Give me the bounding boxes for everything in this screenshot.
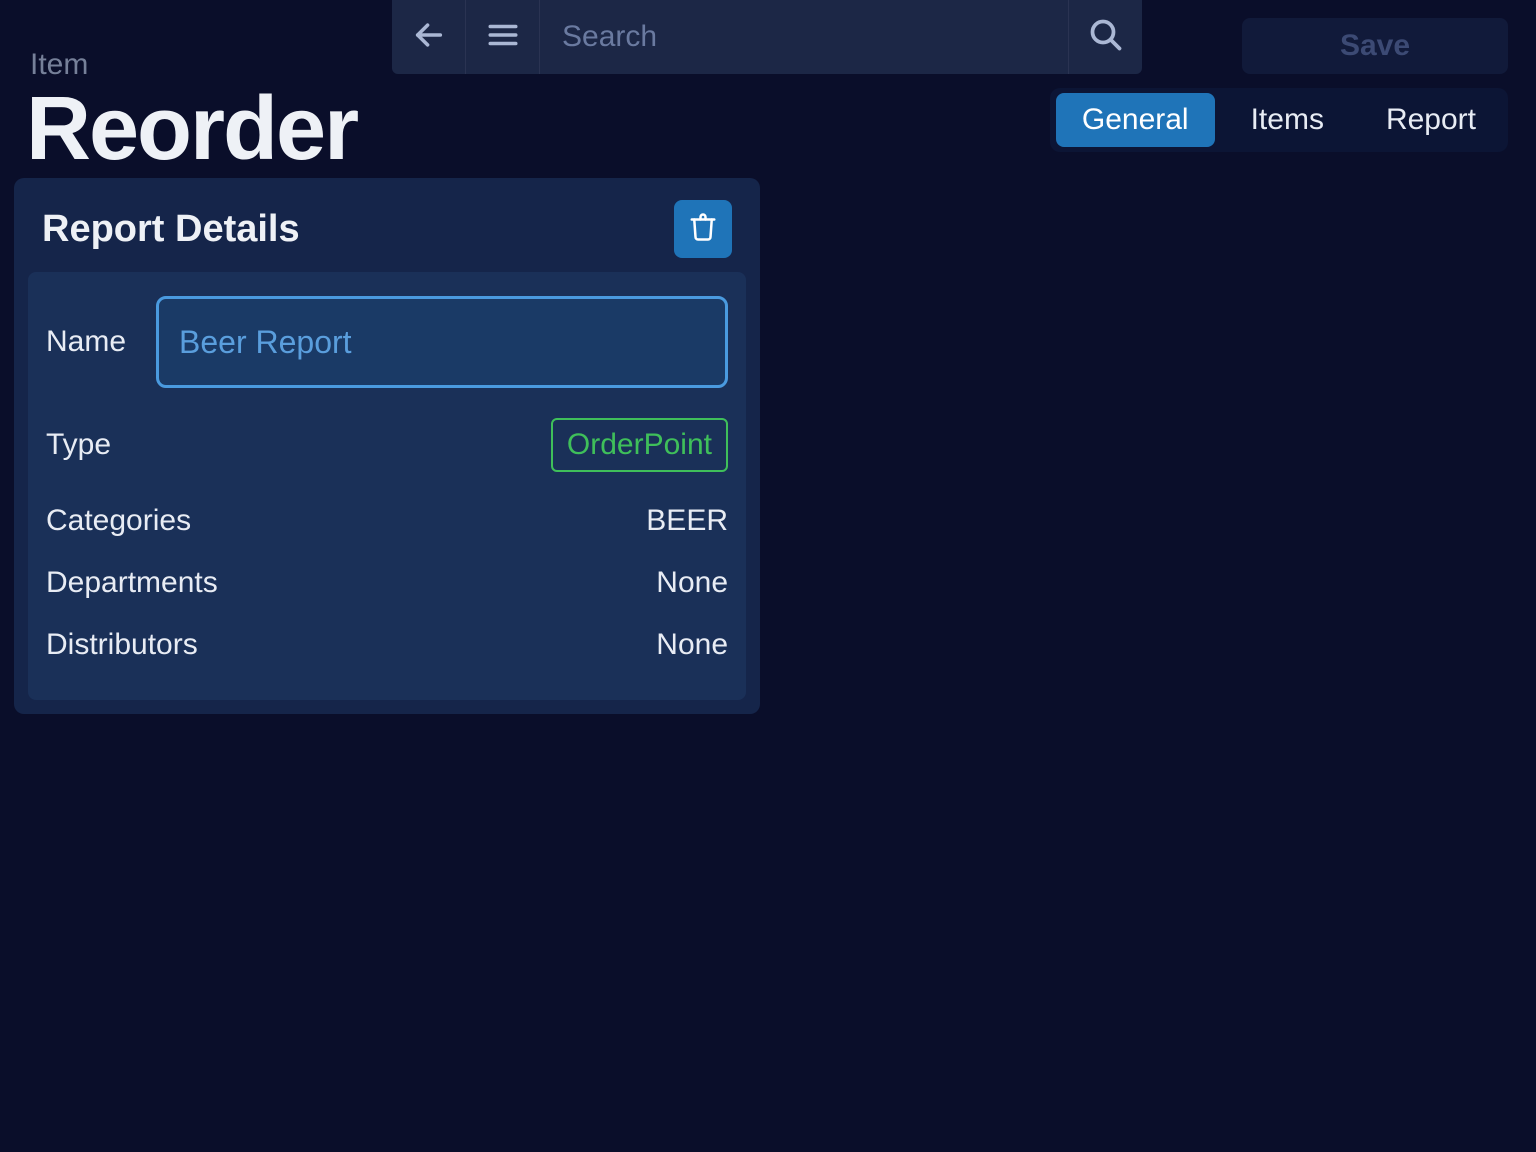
field-row-distributors[interactable]: Distributors None: [46, 614, 728, 676]
search-input[interactable]: [562, 20, 1046, 54]
name-label: Name: [46, 325, 126, 359]
page-eyebrow: Item: [30, 48, 88, 82]
page-title: Reorder: [26, 78, 357, 181]
distributors-value: None: [656, 628, 728, 662]
type-badge[interactable]: OrderPoint: [551, 418, 728, 472]
distributors-label: Distributors: [46, 628, 198, 662]
menu-button[interactable]: [466, 0, 540, 74]
tab-general[interactable]: General: [1056, 93, 1215, 147]
card-body: Name Type OrderPoint Categories BEER Dep…: [28, 272, 746, 700]
tab-items[interactable]: Items: [1225, 93, 1350, 147]
hamburger-icon: [486, 18, 520, 57]
field-row-departments[interactable]: Departments None: [46, 552, 728, 614]
report-details-card: Report Details Name Type OrderPoint Cate…: [14, 178, 760, 714]
card-header: Report Details: [28, 192, 746, 272]
field-row-name: Name: [46, 290, 728, 398]
tabs: General Items Report: [1050, 88, 1508, 152]
save-button[interactable]: Save: [1242, 18, 1508, 74]
back-button[interactable]: [392, 0, 466, 74]
field-row-categories[interactable]: Categories BEER: [46, 490, 728, 552]
arrow-left-icon: [412, 18, 446, 57]
search-icon: [1088, 17, 1124, 58]
name-input-wrap: [156, 296, 728, 388]
delete-button[interactable]: [674, 200, 732, 258]
departments-label: Departments: [46, 566, 218, 600]
tab-report[interactable]: Report: [1360, 93, 1502, 147]
card-title: Report Details: [42, 208, 300, 251]
search-button[interactable]: [1068, 0, 1142, 74]
field-row-type: Type OrderPoint: [46, 398, 728, 490]
type-label: Type: [46, 428, 111, 462]
departments-value: None: [656, 566, 728, 600]
search-field-wrap: [540, 0, 1068, 74]
categories-value: BEER: [646, 504, 728, 538]
trash-icon: [688, 212, 718, 247]
categories-label: Categories: [46, 504, 191, 538]
save-button-label: Save: [1340, 29, 1410, 63]
top-toolbar: [392, 0, 1142, 74]
name-input[interactable]: [156, 296, 728, 388]
